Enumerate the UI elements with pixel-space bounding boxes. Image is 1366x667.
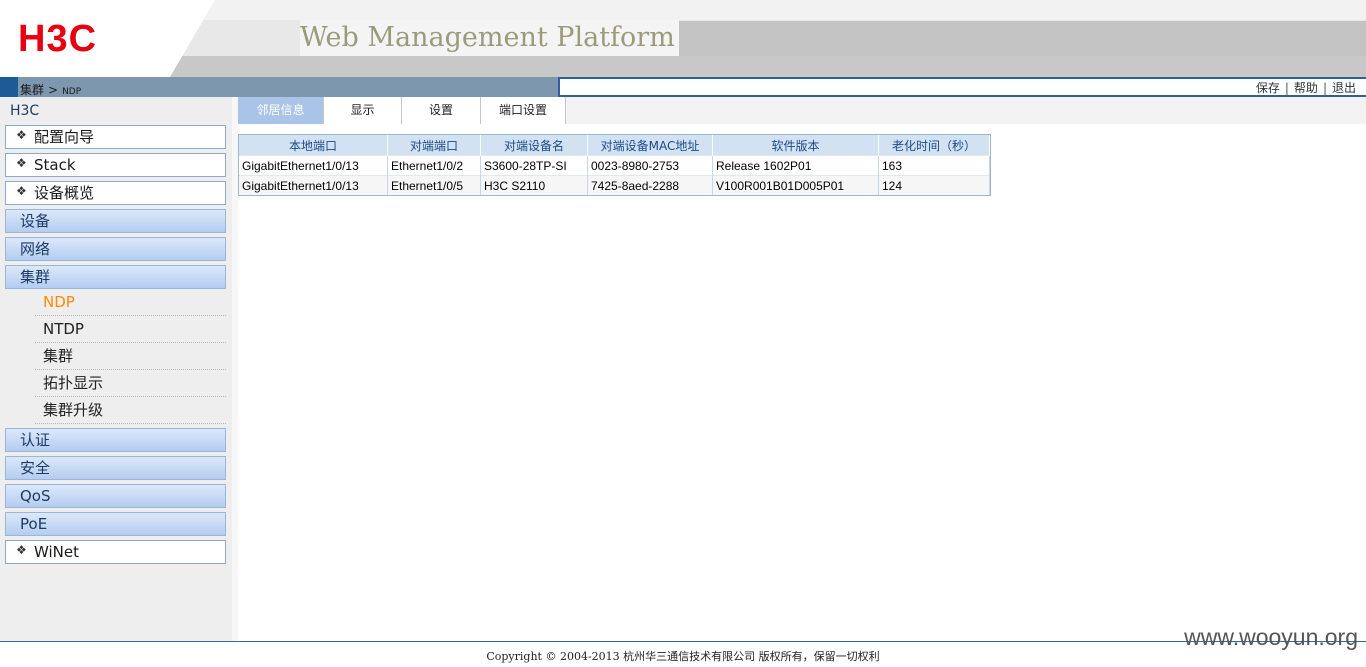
column-header-peer-device-name[interactable]: 对端设备名 (480, 135, 588, 156)
breadcrumb-bar: 集群 > NDP 保存 | 帮助 | 退出 (0, 77, 1366, 97)
column-header-software-version[interactable]: 软件版本 (712, 135, 879, 156)
sidebar-group-cluster[interactable]: 集群 (5, 265, 226, 289)
cell-peer-mac: 7425-8aed-2288 (587, 175, 713, 195)
breadcrumb-left-strip (0, 77, 18, 97)
breadcrumb-right-edge (558, 77, 560, 97)
tab-port-settings[interactable]: 端口设置 (481, 97, 566, 124)
neighbor-table-container: 本地端口 对端端口 对端设备名 对端设备MAC地址 软件版本 老化时间（秒） G… (238, 134, 991, 196)
submenu-item-ntdp[interactable]: NTDP (35, 318, 226, 343)
tab-bar: 邻居信息 显示 设置 端口设置 (238, 97, 1366, 124)
sidebar: H3C ❖ 配置向导 ❖ Stack ❖ 设备概览 设备 网络 集群 NDP N… (0, 97, 232, 642)
table-row: GigabitEthernet1/0/13 Ethernet1/0/2 S360… (239, 155, 990, 176)
sidebar-item-label: 配置向导 (34, 128, 95, 146)
header-gray-block (668, 21, 1366, 56)
cell-peer-device-name: H3C S2110 (480, 175, 588, 195)
header-banner: H3C Web Management Platform (0, 0, 1366, 77)
diamond-bullet-icon: ❖ (16, 543, 27, 557)
sidebar-item-device-overview[interactable]: ❖ 设备概览 (5, 181, 226, 205)
sidebar-item-label: WiNet (34, 543, 79, 561)
cell-software-version: Release 1602P01 (712, 155, 879, 176)
sidebar-group-poe[interactable]: PoE (5, 512, 226, 536)
submenu-item-ndp[interactable]: NDP (35, 291, 226, 316)
cell-peer-mac: 0023-8980-2753 (587, 155, 713, 176)
header-top-band (175, 0, 1366, 20)
sidebar-group-device[interactable]: 设备 (5, 209, 226, 233)
sidebar-item-config-wizard[interactable]: ❖ 配置向导 (5, 125, 226, 149)
help-link[interactable]: 帮助 (1294, 81, 1318, 95)
column-header-aging-time[interactable]: 老化时间（秒） (878, 135, 990, 156)
diamond-bullet-icon: ❖ (16, 128, 27, 142)
cell-aging-time: 124 (878, 175, 990, 195)
tab-settings[interactable]: 设置 (402, 97, 481, 124)
platform-title: Web Management Platform (300, 20, 679, 56)
cluster-submenu: NDP NTDP 集群 拓扑显示 集群升级 (5, 291, 226, 424)
logout-link[interactable]: 退出 (1332, 81, 1356, 95)
sidebar-group-network[interactable]: 网络 (5, 237, 226, 261)
header-lower-band (0, 56, 1366, 77)
column-header-peer-mac[interactable]: 对端设备MAC地址 (587, 135, 713, 156)
column-header-peer-port[interactable]: 对端端口 (387, 135, 481, 156)
sidebar-group-authentication[interactable]: 认证 (5, 428, 226, 452)
diamond-bullet-icon: ❖ (16, 184, 27, 198)
h3c-logo: H3C (18, 18, 98, 60)
cell-local-port: GigabitEthernet1/0/13 (239, 155, 388, 176)
cell-peer-port: Ethernet1/0/5 (387, 175, 481, 195)
table-header-row: 本地端口 对端端口 对端设备名 对端设备MAC地址 软件版本 老化时间（秒） (239, 135, 990, 156)
top-links: 保存 | 帮助 | 退出 (1256, 79, 1356, 96)
breadcrumb-right-line (558, 77, 1366, 79)
top-link-separator: | (1322, 81, 1327, 95)
sidebar-root-label[interactable]: H3C (10, 103, 39, 119)
breadcrumb (18, 77, 558, 97)
sidebar-item-winet[interactable]: ❖ WiNet (5, 540, 226, 564)
cell-peer-device-name: S3600-28TP-SI (480, 155, 588, 176)
submenu-item-cluster[interactable]: 集群 (35, 345, 226, 370)
cell-peer-port: Ethernet1/0/2 (387, 155, 481, 176)
breadcrumb-current: NDP (62, 87, 82, 97)
sidebar-item-stack[interactable]: ❖ Stack (5, 153, 226, 177)
watermark-text: www.wooyun.org (1184, 624, 1358, 650)
cell-aging-time: 163 (878, 155, 990, 176)
breadcrumb-separator: > (48, 83, 59, 97)
top-link-separator: | (1284, 81, 1289, 95)
sidebar-item-label: 设备概览 (34, 184, 95, 202)
diamond-bullet-icon: ❖ (16, 156, 27, 170)
tab-display[interactable]: 显示 (324, 97, 402, 124)
save-link[interactable]: 保存 (1256, 81, 1280, 95)
column-header-local-port[interactable]: 本地端口 (239, 135, 388, 156)
cell-software-version: V100R001B01D005P01 (712, 175, 879, 195)
footer-divider (0, 641, 1366, 642)
sidebar-menu: ❖ 配置向导 ❖ Stack ❖ 设备概览 设备 网络 集群 NDP NTDP … (5, 125, 226, 568)
submenu-item-cluster-upgrade[interactable]: 集群升级 (35, 399, 226, 424)
tab-neighbor-info[interactable]: 邻居信息 (238, 97, 324, 124)
neighbor-table: 本地端口 对端端口 对端设备名 对端设备MAC地址 软件版本 老化时间（秒） G… (239, 135, 990, 195)
sidebar-group-security[interactable]: 安全 (5, 456, 226, 480)
breadcrumb-text: 集群 > NDP (20, 81, 81, 98)
copyright-text: Copyright © 2004-2013 杭州华三通信技术有限公司 版权所有，… (486, 650, 880, 663)
table-row: GigabitEthernet1/0/13 Ethernet1/0/5 H3C … (239, 175, 990, 195)
sidebar-item-label: Stack (34, 156, 76, 174)
sidebar-group-qos[interactable]: QoS (5, 484, 226, 508)
cell-local-port: GigabitEthernet1/0/13 (239, 175, 388, 195)
submenu-item-topology[interactable]: 拓扑显示 (35, 372, 226, 397)
breadcrumb-parent[interactable]: 集群 (20, 83, 44, 97)
